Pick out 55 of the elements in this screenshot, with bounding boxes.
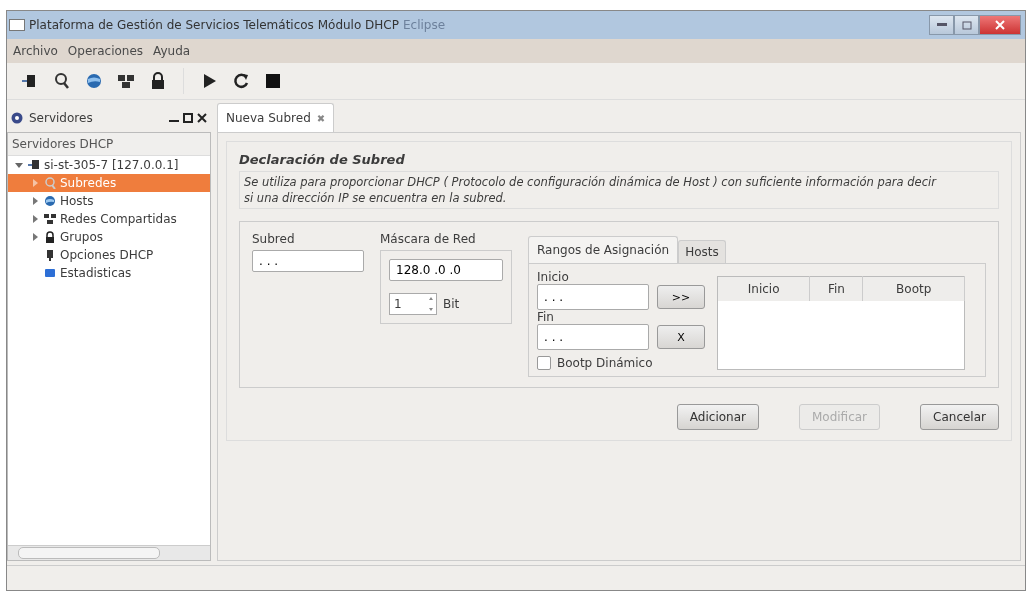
description: Se utiliza para proporcionar DHCP ( Protocolo de configuración dinámica de Host ) con suficiente información para decir si una dirección IP se encuentra en la subred. (239, 171, 999, 210)
minimize-button[interactable] (929, 15, 954, 35)
expanded-arrow-icon[interactable] (14, 160, 24, 170)
tab[interactable]: Rangos de Asignación (528, 236, 679, 264)
start-field[interactable]: . . . (537, 284, 649, 311)
tab-close-icon[interactable]: ✖ (316, 112, 326, 124)
checkbox[interactable] (537, 356, 551, 371)
field-label: Subred (252, 232, 296, 247)
bits-label: Bit (443, 297, 460, 312)
field-label: Inicio (537, 270, 570, 285)
plug-icon (28, 159, 40, 171)
tree-item[interactable]: Opciones DHCP (8, 246, 210, 264)
tree-item[interactable]: Grupos (8, 228, 210, 246)
mask-field[interactable]: 128.0 .0 .0 (389, 259, 503, 282)
tree-item[interactable]: Hosts (8, 192, 210, 210)
bits-spinner[interactable]: 1 (389, 293, 437, 316)
app-name: Eclipse (402, 18, 446, 32)
field-label: Fin (537, 310, 555, 325)
column-header[interactable]: Fin (809, 276, 863, 302)
scrollbar-thumb[interactable] (18, 547, 160, 559)
remove-range-button[interactable]: X (657, 325, 705, 350)
action-button[interactable]: Cancelar (920, 404, 999, 431)
menu-item[interactable]: Operaciones (67, 44, 144, 58)
action-button[interactable]: Adicionar (676, 404, 759, 431)
globe-icon (44, 195, 56, 207)
window-title: Plataforma de Gestión de Servicios Telemáticos Módulo DHCP (29, 18, 399, 32)
menu-item[interactable]: Archivo (13, 44, 58, 58)
plug-icon (44, 249, 56, 261)
tree-item[interactable]: Redes Compartidas (8, 210, 210, 228)
checkbox-label: Bootp Dinámico (557, 356, 653, 371)
form-title: Declaración de Subred (239, 152, 406, 167)
end-field[interactable]: . . . (537, 324, 649, 351)
lock-icon (44, 231, 56, 243)
tree-header: Servidores DHCP (8, 133, 210, 156)
maximize-icon (961, 20, 972, 30)
column-header[interactable]: Inicio (717, 276, 810, 302)
panel-title: Servidores (29, 111, 93, 125)
search-icon (44, 177, 56, 189)
maximize-icon[interactable] (183, 113, 193, 123)
tree-item[interactable]: Estadisticas (8, 264, 210, 282)
close-icon (995, 20, 1005, 30)
subnet-field[interactable]: . . . (252, 250, 364, 273)
close-button[interactable] (979, 15, 1021, 35)
tab[interactable]: Hosts (678, 240, 726, 264)
server-icon (11, 112, 23, 124)
window-icon (9, 19, 25, 31)
tree-item[interactable]: si-st-305-7 [127.0.0.1] (8, 156, 210, 174)
editor-tab[interactable]: Nueva Subred ✖ (217, 103, 335, 132)
network-icon (44, 213, 56, 225)
menu-item[interactable]: Ayuda (153, 44, 191, 58)
add-range-button[interactable]: >> (657, 285, 705, 310)
minimize-icon (936, 23, 947, 27)
column-header[interactable]: Bootp (862, 276, 965, 302)
field-label: Máscara de Red (380, 232, 477, 247)
close-icon[interactable] (197, 113, 207, 123)
